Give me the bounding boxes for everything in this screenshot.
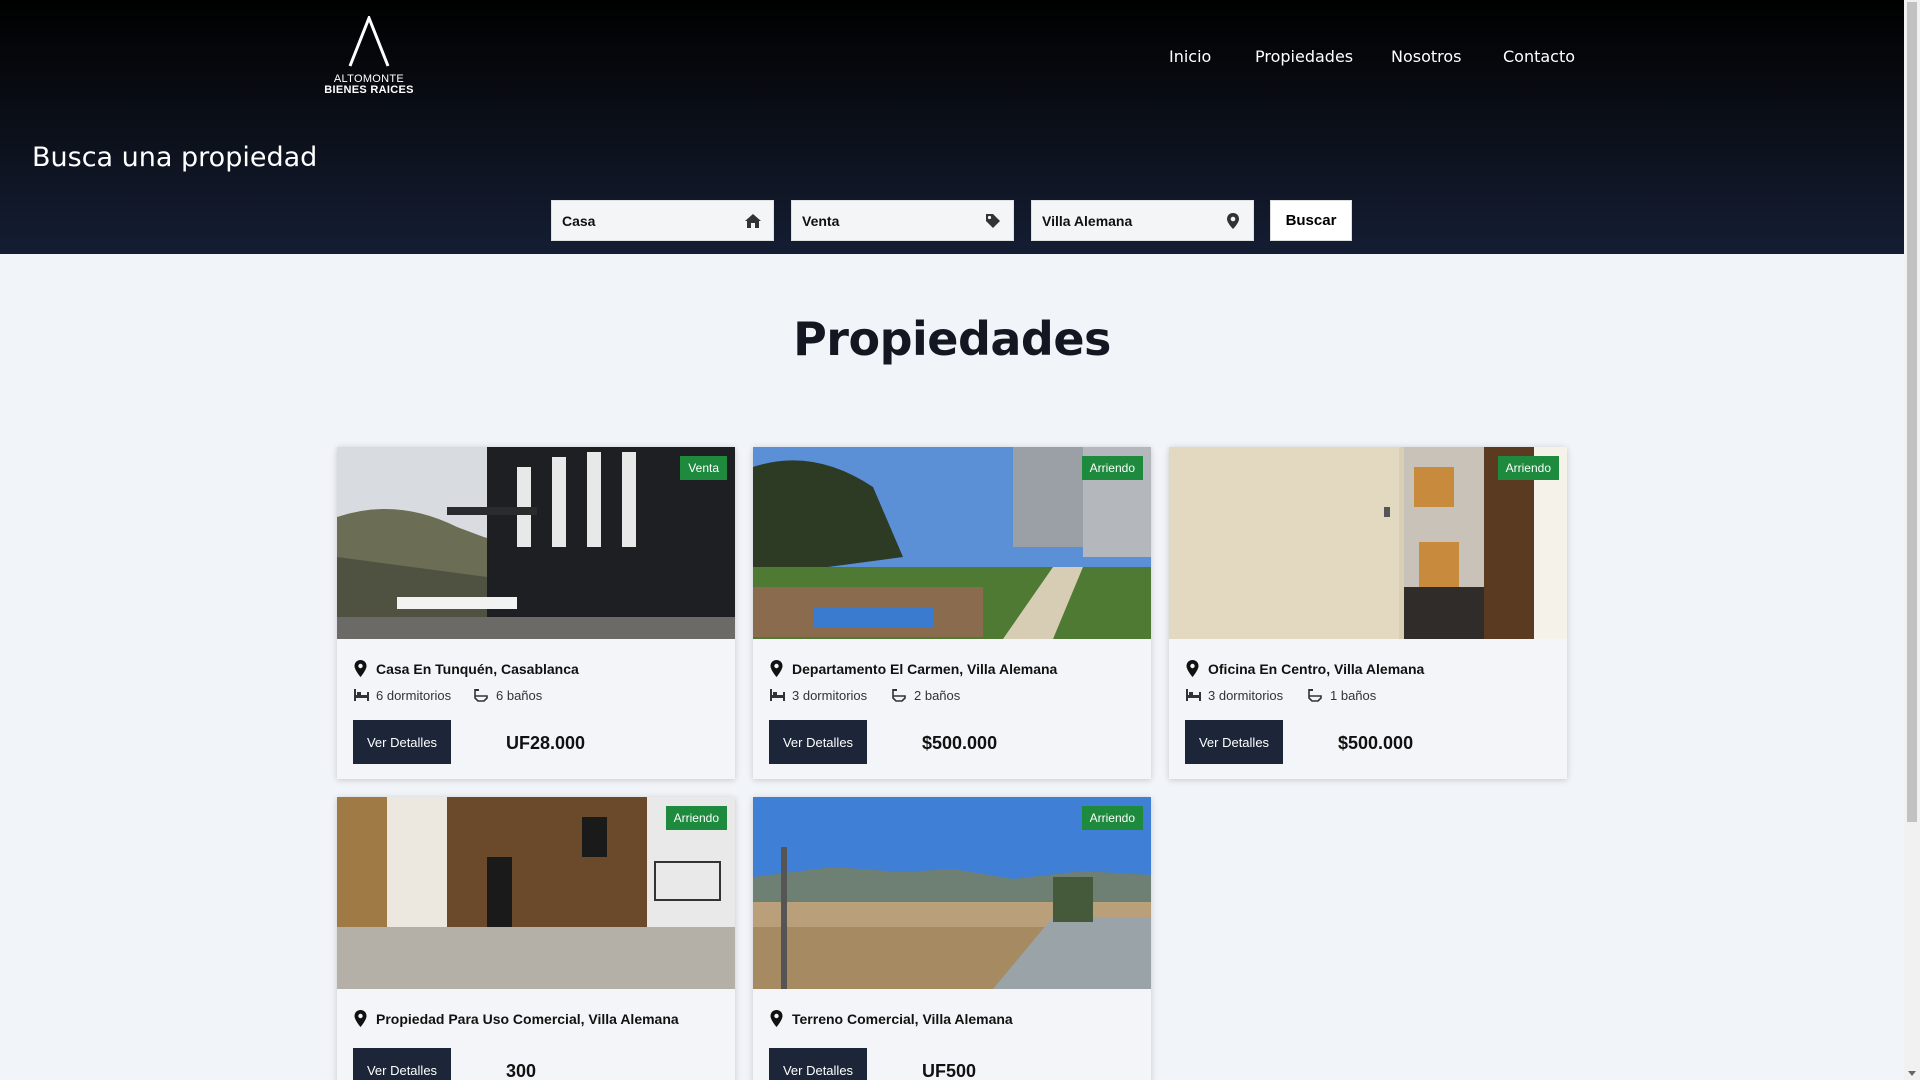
property-card: Arriendo Propiedad Para Uso Comercial, V… <box>337 797 735 1080</box>
search-button[interactable]: Buscar <box>1270 200 1352 241</box>
property-type-select[interactable]: Casa <box>551 200 774 241</box>
bedrooms-count: 3 dormitorios <box>792 688 868 703</box>
location-value: Villa Alemana <box>1042 213 1133 229</box>
property-card: Arriendo Terreno Comercial, Villa Aleman… <box>753 797 1151 1080</box>
property-title: Terreno Comercial, Villa Alemana <box>792 1011 1013 1027</box>
property-title: Propiedad Para Uso Comercial, Villa Alem… <box>376 1011 679 1027</box>
map-pin-icon <box>770 1010 783 1027</box>
property-type-value: Casa <box>562 213 596 229</box>
status-badge: Arriendo <box>665 806 727 830</box>
main-nav: Inicio Propiedades Nosotros Contacto <box>0 46 1904 70</box>
bedrooms-count: 3 dormitorios <box>1208 688 1284 703</box>
bed-icon <box>1186 689 1201 701</box>
nav-link-nosotros[interactable]: Nosotros <box>1391 46 1462 68</box>
scroll-down-icon[interactable] <box>1908 1071 1916 1076</box>
brand-tagline: BIENES RAICES <box>324 84 414 96</box>
bathrooms-count: 2 baños <box>914 688 961 703</box>
operation-value: Venta <box>802 213 840 229</box>
property-photo[interactable]: Arriendo <box>753 797 1151 989</box>
operation-select[interactable]: Venta <box>791 200 1014 241</box>
property-photo[interactable]: Arriendo <box>1169 447 1567 639</box>
property-price: 300 <box>506 1061 537 1080</box>
bathrooms-count: 6 baños <box>496 688 543 703</box>
property-title: Oficina En Centro, Villa Alemana <box>1208 661 1425 677</box>
property-photo[interactable]: Arriendo <box>753 447 1151 639</box>
property-card: Venta Casa En Tunquén, Casablanca 6 dorm… <box>337 447 735 779</box>
nav-link-contacto[interactable]: Contacto <box>1503 46 1575 68</box>
status-badge: Arriendo <box>1081 806 1143 830</box>
bedrooms-count: 6 dormitorios <box>376 688 452 703</box>
map-pin-icon <box>1227 213 1239 229</box>
map-pin-icon <box>1186 660 1199 677</box>
property-photo[interactable]: Venta <box>337 447 735 639</box>
scrollbar-thumb[interactable] <box>1907 2 1917 822</box>
hero-title: Busca una propiedad <box>32 142 318 173</box>
page-scrollbar[interactable] <box>1904 0 1920 1080</box>
map-pin-icon <box>354 1010 367 1027</box>
property-photo[interactable]: Arriendo <box>337 797 735 989</box>
status-badge: Arriendo <box>1497 456 1559 480</box>
bathrooms-count: 1 baños <box>1330 688 1377 703</box>
property-card: Arriendo Oficina En Centro, Villa Aleman… <box>1169 447 1567 779</box>
bath-icon <box>474 689 488 702</box>
house-photo-icon <box>337 447 735 639</box>
view-details-button[interactable]: Ver Detalles <box>769 1048 867 1080</box>
property-price: $500.000 <box>922 733 998 753</box>
bath-icon <box>892 689 906 702</box>
nav-link-inicio[interactable]: Inicio <box>1169 46 1211 68</box>
view-details-button[interactable]: Ver Detalles <box>353 720 451 764</box>
nav-link-propiedades[interactable]: Propiedades <box>1255 46 1353 68</box>
property-price: $500.000 <box>1338 733 1414 753</box>
bed-icon <box>354 689 369 701</box>
status-badge: Venta <box>680 456 727 480</box>
hero-header: ALTOMONTE BIENES RAICES Inicio Propiedad… <box>0 0 1904 254</box>
property-title: Casa En Tunquén, Casablanca <box>376 661 579 677</box>
map-pin-icon <box>770 660 783 677</box>
property-card: Arriendo Departamento El Carmen, Villa A… <box>753 447 1151 779</box>
property-price: UF28.000 <box>506 733 586 753</box>
bath-icon <box>1308 689 1322 702</box>
view-details-button[interactable]: Ver Detalles <box>353 1048 451 1080</box>
tag-icon <box>986 214 1000 228</box>
view-details-button[interactable]: Ver Detalles <box>769 720 867 764</box>
property-title: Departamento El Carmen, Villa Alemana <box>792 661 1058 677</box>
view-details-button[interactable]: Ver Detalles <box>1185 720 1283 764</box>
property-price: UF500 <box>922 1061 977 1080</box>
location-select[interactable]: Villa Alemana <box>1031 200 1254 241</box>
home-icon <box>745 214 761 228</box>
status-badge: Arriendo <box>1081 456 1143 480</box>
map-pin-icon <box>354 660 367 677</box>
bed-icon <box>770 689 785 701</box>
section-title: Propiedades <box>793 312 1111 366</box>
